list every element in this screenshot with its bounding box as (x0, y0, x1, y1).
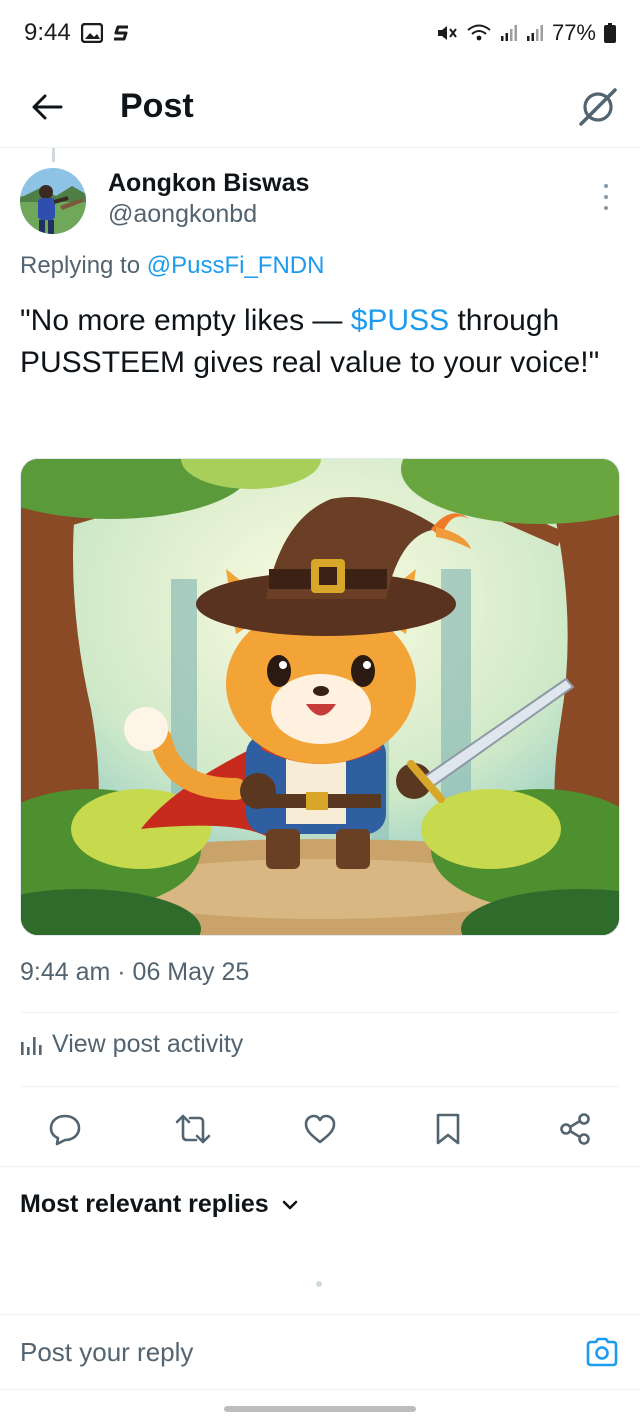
like-icon (304, 1114, 336, 1144)
view-post-activity-label: View post activity (52, 1030, 244, 1058)
grok-icon (579, 87, 617, 126)
reply-input[interactable]: Post your reply (20, 1337, 584, 1368)
home-indicator[interactable] (224, 1406, 416, 1412)
page-title: Post (120, 87, 194, 125)
reply-sort-label: Most relevant replies (20, 1190, 269, 1218)
chevron-down-icon (282, 1200, 298, 1209)
arrow-left-icon (32, 94, 63, 119)
signal-icon (500, 24, 518, 42)
like-button[interactable] (299, 1108, 341, 1150)
loading-indicator (316, 1281, 322, 1287)
avatar[interactable] (20, 168, 86, 234)
more-dot (604, 206, 608, 210)
grok-button[interactable] (574, 83, 622, 131)
camera-button[interactable] (584, 1334, 620, 1370)
author-name[interactable]: Aongkon Biswas (108, 168, 309, 198)
signal-icon (526, 24, 544, 42)
replying-to: Replying to @PussFi_FNDN (20, 252, 324, 280)
reply-composer: Post your reply (0, 1314, 640, 1390)
wifi-icon (466, 23, 492, 43)
author-handle[interactable]: @aongkonbd (108, 198, 309, 230)
share-icon (560, 1113, 590, 1145)
reply-icon (49, 1114, 81, 1146)
battery-icon (604, 23, 616, 43)
more-dot (604, 184, 608, 188)
replying-mention-link[interactable]: @PussFi_FNDN (147, 252, 325, 279)
status-time: 9:44 (24, 19, 71, 46)
divider (20, 1012, 620, 1013)
cashtag-link[interactable]: $PUSS (351, 304, 449, 337)
post-timestamp: 9:44 am · 06 May 25 (20, 958, 250, 986)
top-app-bar: Post (0, 66, 640, 148)
analytics-icon (21, 1036, 42, 1055)
post-image[interactable] (20, 458, 620, 936)
mute-icon (436, 23, 458, 43)
more-options-button[interactable] (596, 182, 616, 212)
post-author: Aongkon Biswas @aongkonbd (20, 168, 620, 240)
post-text: "No more empty likes — $PUSS through PUS… (20, 300, 620, 384)
bookmark-icon (436, 1113, 459, 1145)
more-dot (604, 195, 608, 199)
post-text-part: "No more empty likes — (20, 304, 351, 337)
retweet-icon (175, 1114, 210, 1144)
battery-percent: 77% (551, 20, 596, 45)
divider (20, 1086, 620, 1087)
reply-sort-dropdown[interactable]: Most relevant replies (20, 1190, 299, 1219)
view-post-activity-link[interactable]: View post activity (20, 1030, 243, 1059)
gallery-icon (80, 23, 103, 43)
replying-prefix: Replying to (20, 252, 147, 279)
back-button[interactable] (18, 78, 76, 136)
s-app-icon (113, 24, 131, 42)
reply-button[interactable] (44, 1108, 86, 1150)
post-action-bar (20, 1100, 620, 1158)
thread-connector-line (52, 148, 55, 162)
bookmark-button[interactable] (427, 1108, 469, 1150)
divider (0, 1166, 640, 1167)
repost-button[interactable] (172, 1108, 214, 1150)
share-button[interactable] (554, 1108, 596, 1150)
camera-icon (586, 1337, 618, 1367)
status-bar: 9:44 77% (0, 0, 640, 66)
